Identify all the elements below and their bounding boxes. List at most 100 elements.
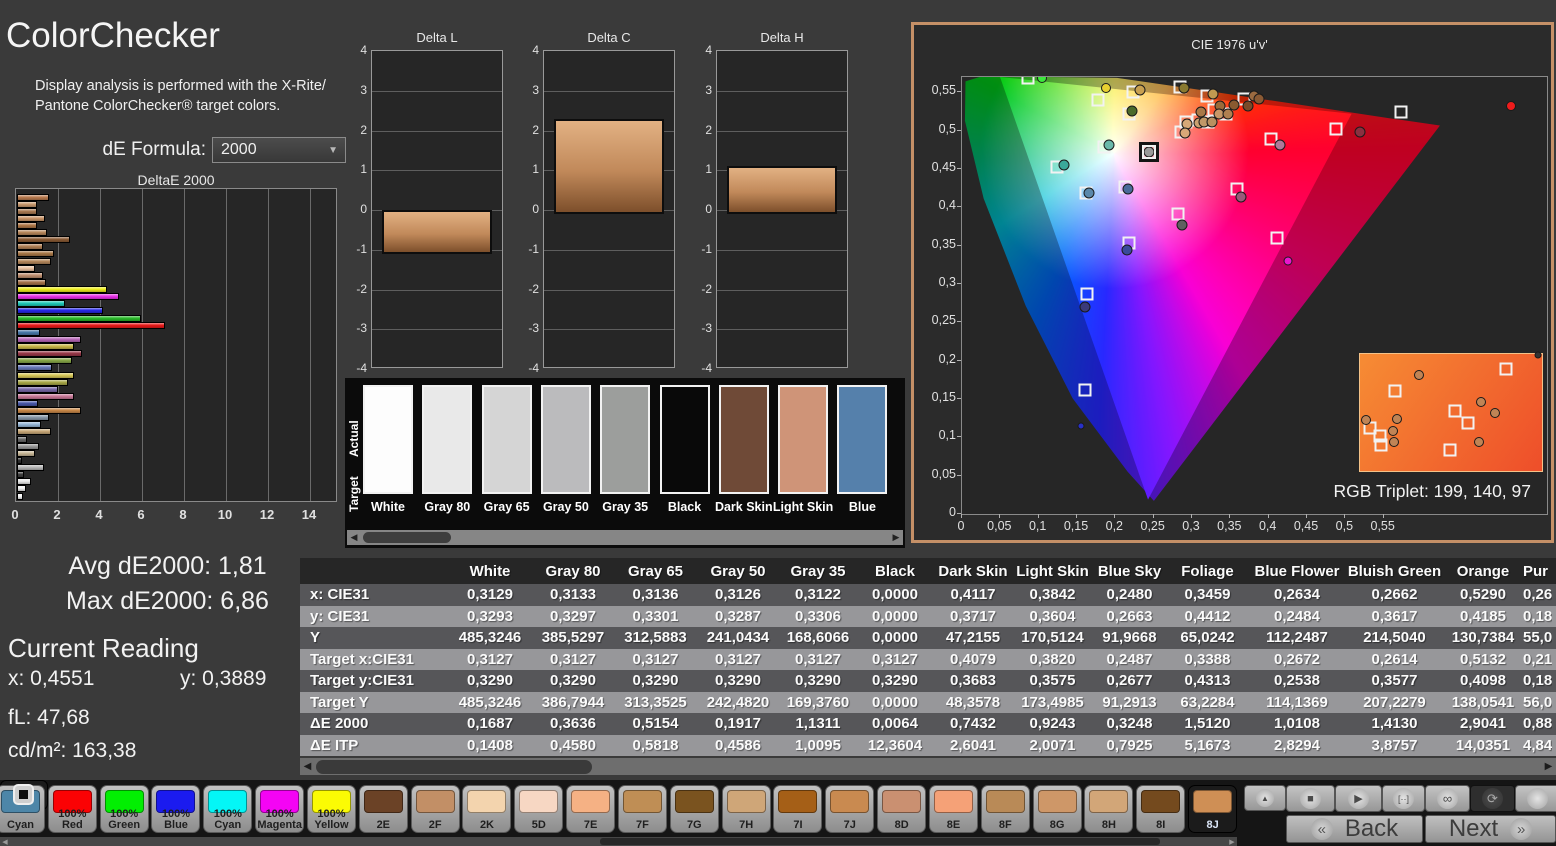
- patch-button-7f[interactable]: 7F: [617, 785, 667, 833]
- row-label: Target y:CIE31: [310, 672, 414, 690]
- refresh-button[interactable]: ⟳: [1470, 785, 1515, 812]
- table-cell: 207,2279: [1363, 693, 1426, 711]
- loop-button[interactable]: ∞: [1425, 785, 1470, 812]
- patch-button-5d[interactable]: 5D: [514, 785, 564, 833]
- patch-button-8e[interactable]: 8E: [928, 785, 978, 833]
- cie-1976-panel: CIE 1976 u'v' RGB Triplet: 199, 140, 97 …: [911, 22, 1554, 543]
- deltae-bar: [17, 257, 51, 265]
- patch-scrollbar-thumb[interactable]: [600, 838, 1160, 845]
- table-cell: 14,0351: [1455, 736, 1511, 754]
- patch-scrollbar[interactable]: ◀ ▶: [0, 837, 1237, 846]
- table-cell: 0,2484: [1274, 607, 1320, 625]
- patch-button-7i[interactable]: 7I: [773, 785, 823, 833]
- patch-button-8g[interactable]: 8G: [1032, 785, 1082, 833]
- patch-button-7e[interactable]: 7E: [566, 785, 616, 833]
- patch-button-2k[interactable]: 2K: [462, 785, 512, 833]
- patch-button-label: 7E: [583, 818, 598, 831]
- blank-icon: [1527, 788, 1548, 809]
- table-scrollbar-thumb[interactable]: [316, 759, 592, 774]
- y-tick-label: -1: [528, 241, 539, 256]
- patch-button-100-green[interactable]: 100% Green: [99, 785, 149, 833]
- play-button[interactable]: ▶: [1335, 785, 1382, 812]
- cie-target-point: [1329, 122, 1343, 136]
- extra-button[interactable]: [1515, 785, 1556, 812]
- scroll-right-icon[interactable]: ▶: [889, 530, 903, 545]
- scroll-up-button[interactable]: ▲: [1244, 785, 1286, 811]
- patch-button-100-cyan[interactable]: 100% Cyan: [203, 785, 253, 833]
- deltae-bar: [17, 278, 47, 286]
- cie-measured-point: [1206, 116, 1218, 128]
- row-label: Target x:CIE31: [310, 650, 414, 668]
- table-cell: 0,2672: [1274, 650, 1320, 668]
- delta-bar: [727, 166, 837, 214]
- stop-button[interactable]: ■: [1286, 785, 1335, 812]
- patch-button-2e[interactable]: 2E: [358, 785, 408, 833]
- table-row: Target Y 485,3246 386,7944 313,3525 242,4820…: [300, 691, 1556, 713]
- table-cell: 0,3717: [950, 607, 996, 625]
- scroll-right-icon[interactable]: ▶: [1227, 837, 1237, 846]
- deltae-bar: [17, 399, 38, 407]
- patch-button-100-magenta[interactable]: 100% Magenta: [255, 785, 305, 833]
- cie-y-tick-label: 0,1: [938, 428, 956, 443]
- cie-measured-point: [1079, 301, 1091, 313]
- inset-target-point: [1499, 362, 1513, 376]
- scroll-left-icon[interactable]: ◀: [0, 837, 10, 846]
- cie-y-tick-label: 0,3: [938, 275, 956, 289]
- deltae-bar: [17, 392, 74, 400]
- patch-button-8d[interactable]: 8D: [877, 785, 927, 833]
- patch-button-7j[interactable]: 7J: [825, 785, 875, 833]
- deltae-bar: [17, 236, 71, 244]
- patch-button-7g[interactable]: 7G: [669, 785, 719, 833]
- patch-button-2f[interactable]: 2F: [410, 785, 460, 833]
- gridline: [717, 130, 847, 132]
- cie-y-tick-label: 0,25: [931, 313, 956, 328]
- scroll-left-icon[interactable]: ◀: [300, 758, 315, 775]
- infinity-icon: ∞: [1437, 788, 1458, 809]
- deltae-bar: [17, 456, 23, 464]
- patch-color-chip: [882, 790, 922, 813]
- x-tick-label: 2: [53, 507, 61, 522]
- tick-mark: [1152, 514, 1154, 518]
- y-tick-label: 2: [532, 122, 539, 137]
- cie-x-tick-label: 0,2: [1105, 519, 1124, 533]
- patch-color-chip: [674, 790, 714, 813]
- patch-button-7h[interactable]: 7H: [721, 785, 771, 833]
- patch-button-8f[interactable]: 8F: [980, 785, 1030, 833]
- patch-button-label: 2E: [376, 818, 391, 831]
- table-cell: 0,3301: [632, 607, 679, 625]
- back-button[interactable]: « Back: [1286, 815, 1423, 843]
- patch-button-100-red[interactable]: 100% Red: [47, 785, 97, 833]
- next-button[interactable]: Next »: [1425, 815, 1556, 843]
- y-tick-label: -1: [356, 241, 367, 256]
- scroll-left-icon[interactable]: ◀: [347, 530, 361, 545]
- color-swatch: [363, 385, 413, 494]
- pattern-window-button[interactable]: [··]: [1382, 785, 1425, 812]
- patch-button-8i[interactable]: 8I: [1136, 785, 1186, 833]
- table-cell: 0,3636: [550, 715, 596, 733]
- cie-measured-point: [1283, 256, 1293, 266]
- patch-button-label: 7F: [636, 818, 649, 831]
- table-cell: 1,1311: [795, 715, 841, 733]
- patch-button-8j[interactable]: 8J: [1188, 785, 1238, 833]
- deltae-bar: [17, 307, 103, 315]
- cie-measured-point: [1179, 127, 1191, 139]
- scroll-right-icon[interactable]: ▶: [1541, 758, 1556, 775]
- table-scrollbar[interactable]: ◀ ▶: [300, 758, 1556, 775]
- table-cell: 0,2614: [1371, 650, 1418, 668]
- table-cell: 0,0000: [872, 629, 918, 647]
- patch-button-100-blue[interactable]: 100% Blue: [151, 785, 201, 833]
- table-cell: 170,5124: [1021, 629, 1084, 647]
- de-formula-select[interactable]: 2000 ▼: [212, 137, 346, 163]
- patch-color-chip: [1037, 790, 1077, 813]
- swatch-scrollbar[interactable]: ◀ ▶: [347, 530, 903, 545]
- table-cell: 0,2487: [1106, 650, 1153, 668]
- color-swatch: [659, 385, 710, 494]
- patch-button-8h[interactable]: 8H: [1084, 785, 1134, 833]
- cie-measured-point: [1222, 108, 1234, 120]
- tick-mark: [957, 359, 961, 361]
- swatch-scrollbar-thumb[interactable]: [363, 532, 451, 543]
- table-cell: 0,88: [1523, 715, 1553, 733]
- square-icon: [19, 790, 28, 799]
- patch-button-100-yellow[interactable]: 100% Yellow: [306, 785, 356, 833]
- table-row: Target x:CIE31 0,3127 0,3127 0,3127 0,3127 0,…: [300, 648, 1556, 670]
